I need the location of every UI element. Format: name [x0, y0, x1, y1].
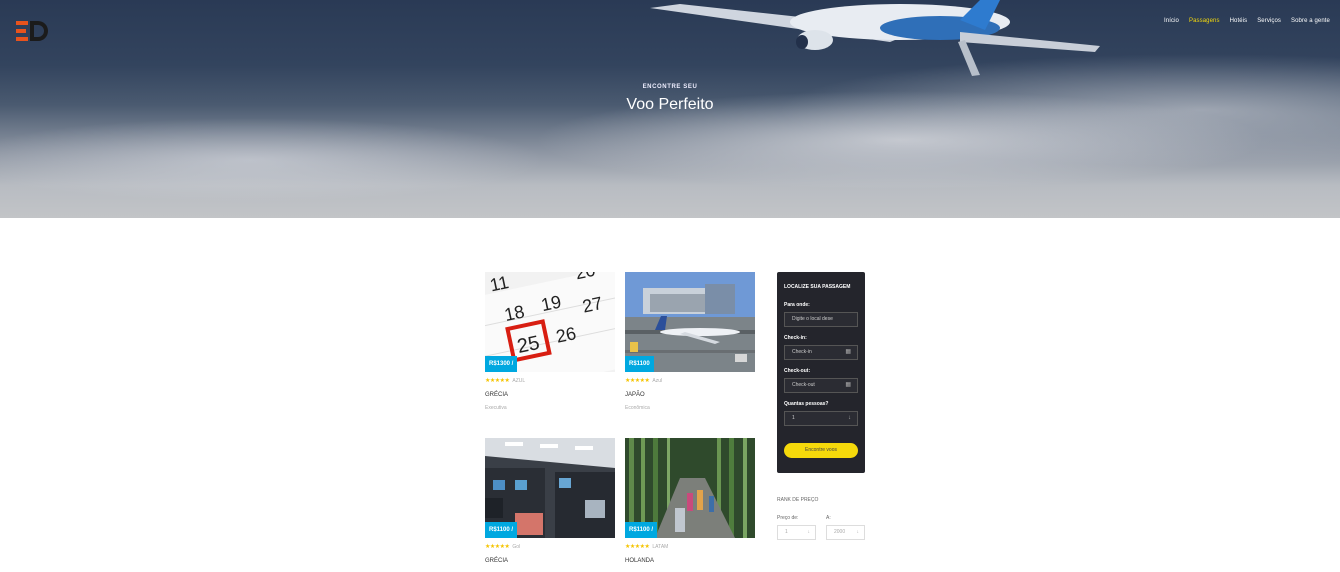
airline-name: LATAM [652, 543, 669, 550]
calendar-image[interactable]: 11 20 18 19 27 25 26 R$1300 / [485, 272, 615, 372]
price-to-label: A: [826, 515, 831, 521]
brand-logo[interactable] [16, 20, 48, 42]
calendar-icon[interactable]: ▦ [845, 346, 851, 359]
rating-stars: ★★★★★ [625, 378, 650, 384]
price-from-label: Preço de: [777, 515, 799, 521]
people-select[interactable]: 1 ↓ [784, 411, 858, 426]
hero-banner: Início Passagens Hotéis Serviços Sobre a… [0, 0, 1340, 218]
nav-item-inicio[interactable]: Início [1164, 18, 1179, 24]
price-to-input[interactable]: 2000 ↓ [826, 525, 865, 540]
nav-item-sobre[interactable]: Sobre a gente [1291, 18, 1330, 24]
arrow-down-icon[interactable]: ↓ [848, 412, 851, 425]
price-badge: R$1100 / [485, 522, 518, 538]
flight-card[interactable]: R$1100 / ★★★★★ LATAM HOLANDA [625, 438, 755, 564]
find-flights-button[interactable]: Encontre voos [784, 443, 858, 458]
svg-text:25: 25 [515, 332, 541, 358]
rating-stars: ★★★★★ [625, 544, 650, 550]
price-to-value: 2000 [834, 529, 846, 535]
svg-text:18: 18 [503, 301, 527, 325]
hero-title: Voo Perfeito [626, 96, 714, 113]
price-range-title: RANK DE PREÇO [777, 497, 819, 503]
airline-name: Azul [652, 377, 663, 384]
nav-item-hoteis[interactable]: Hotéis [1230, 18, 1248, 24]
svg-text:19: 19 [539, 291, 563, 315]
people-label: Quantas pessoas? [784, 401, 829, 407]
checkin-input[interactable]: Check-in ▦ [784, 345, 858, 360]
svg-text:27: 27 [580, 293, 604, 317]
airport-image[interactable]: R$1100 [625, 272, 755, 372]
destination-label: Para onde: [784, 302, 810, 308]
arrow-down-icon[interactable]: ↓ [808, 526, 811, 539]
price-badge: R$1100 [625, 356, 654, 372]
destination-name[interactable]: HOLANDA [625, 558, 755, 564]
flight-card[interactable]: R$1100 / ★★★★★ Gol GRÉCIA [485, 438, 615, 564]
price-badge: R$1300 / [485, 356, 518, 372]
search-panel-title: LOCALIZE SUA PASSAGEM [784, 284, 851, 290]
cabin-image[interactable]: R$1100 / [485, 438, 615, 538]
checkout-placeholder: Check-out [792, 382, 815, 388]
svg-text:26: 26 [554, 323, 578, 347]
price-from-value: 1 [785, 529, 788, 535]
arrow-down-icon[interactable]: ↓ [857, 526, 860, 539]
rating-stars: ★★★★★ [485, 544, 510, 550]
destination-name[interactable]: GRÉCIA [485, 392, 615, 398]
main-nav: Início Passagens Hotéis Serviços Sobre a… [1164, 18, 1330, 24]
nav-item-servicos[interactable]: Serviços [1257, 18, 1281, 24]
airline-name: AZUL [512, 377, 526, 384]
rating-stars: ★★★★★ [485, 378, 510, 384]
search-panel: LOCALIZE SUA PASSAGEM Para onde: Digite … [777, 272, 865, 473]
flight-card[interactable]: R$1100 ★★★★★ Azul JAPÃO Econômica [625, 272, 755, 411]
people-value: 1 [792, 415, 795, 421]
checkin-placeholder: Check-in [792, 349, 812, 355]
flight-card[interactable]: 11 20 18 19 27 25 26 R$1300 / ★★★★★ AZUL… [485, 272, 615, 411]
travel-class: Executiva [485, 405, 507, 411]
checkout-label: Check-out: [784, 368, 811, 374]
travel-class: Econômica [625, 405, 650, 411]
airplane-image [650, 0, 1100, 76]
price-badge: R$1100 / [625, 522, 658, 538]
destination-name[interactable]: GRÉCIA [485, 558, 615, 564]
bamboo-image[interactable]: R$1100 / [625, 438, 755, 538]
checkout-input[interactable]: Check-out ▦ [784, 378, 858, 393]
destination-name[interactable]: JAPÃO [625, 392, 755, 398]
destination-input[interactable]: Digite o local dese [784, 312, 858, 327]
airline-name: Gol [512, 543, 521, 550]
hero-subtitle: ENCONTRE SEU [642, 84, 698, 90]
price-from-input[interactable]: 1 ↓ [777, 525, 816, 540]
nav-item-passagens[interactable]: Passagens [1189, 18, 1220, 24]
checkin-label: Check-in: [784, 335, 807, 341]
calendar-icon[interactable]: ▦ [845, 379, 851, 392]
